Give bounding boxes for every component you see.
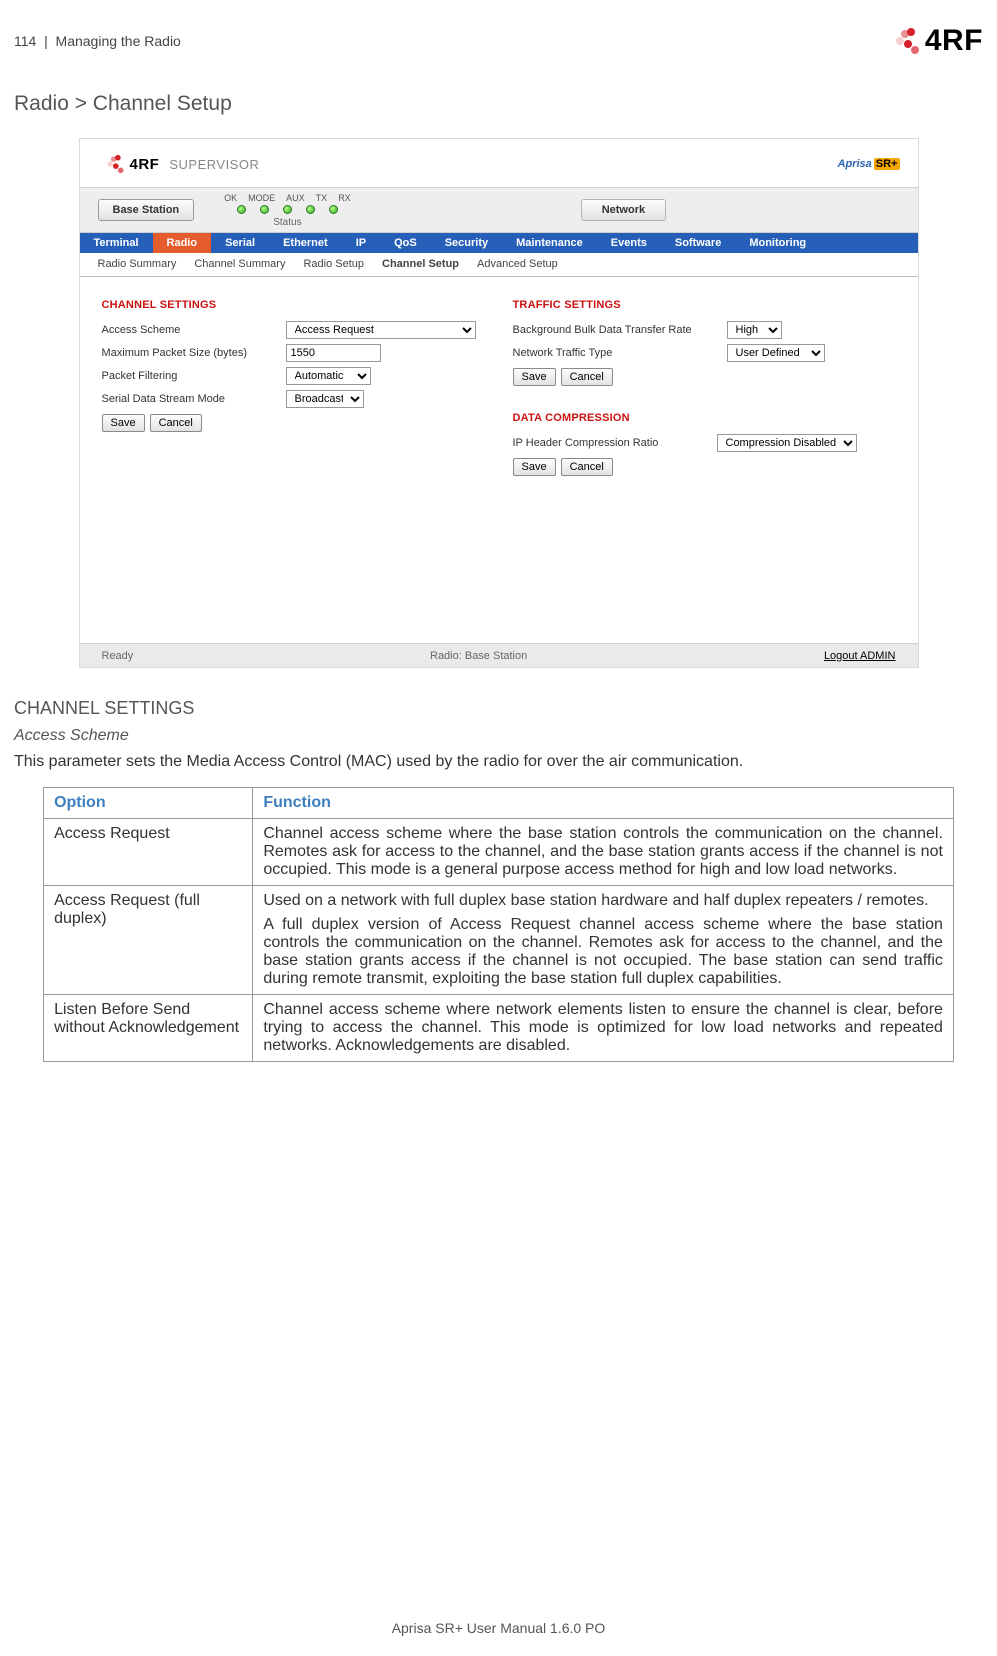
opt-func: Used on a network with full duplex base … <box>253 886 954 995</box>
serial-mode-label: Serial Data Stream Mode <box>102 393 272 405</box>
table-row: Access Request Channel access scheme whe… <box>44 819 954 886</box>
tab-ip[interactable]: IP <box>342 233 380 253</box>
supervisor-brand: 4RF SUPERVISOR <box>98 149 260 179</box>
panel-channel-settings: CHANNEL SETTINGS Access Scheme Access Re… <box>102 295 485 476</box>
supervisor-title: SUPERVISOR <box>169 157 259 172</box>
subtab-radio-summary[interactable]: Radio Summary <box>98 258 177 270</box>
tab-serial[interactable]: Serial <box>211 233 269 253</box>
supervisor-footer: Ready Radio: Base Station Logout ADMIN <box>80 643 918 667</box>
status-text: Status <box>273 217 301 228</box>
opt-name: Listen Before Send without Acknowledgeme… <box>44 995 253 1062</box>
led-label-aux: AUX <box>286 193 305 203</box>
max-packet-label: Maximum Packet Size (bytes) <box>102 347 272 359</box>
main-tabs: Terminal Radio Serial Ethernet IP QoS Se… <box>80 233 918 253</box>
th-function: Function <box>253 788 954 819</box>
subtab-radio-setup[interactable]: Radio Setup <box>303 258 364 270</box>
table-row: Listen Before Send without Acknowledgeme… <box>44 995 954 1062</box>
channel-settings-heading: CHANNEL SETTINGS <box>14 698 983 719</box>
bg-rate-label: Background Bulk Data Transfer Rate <box>513 324 713 336</box>
data-compression-title: DATA COMPRESSION <box>513 412 896 424</box>
sub-tabs: Radio Summary Channel Summary Radio Setu… <box>80 253 918 277</box>
tab-ethernet[interactable]: Ethernet <box>269 233 342 253</box>
tab-terminal[interactable]: Terminal <box>80 233 153 253</box>
tab-monitoring[interactable]: Monitoring <box>735 233 820 253</box>
base-station-button[interactable]: Base Station <box>98 199 195 221</box>
page-title: Radio > Channel Setup <box>14 92 983 116</box>
led-ok-icon <box>237 205 246 214</box>
tab-software[interactable]: Software <box>661 233 735 253</box>
cancel-button[interactable]: Cancel <box>150 414 202 432</box>
led-label-tx: TX <box>316 193 328 203</box>
subtab-channel-setup[interactable]: Channel Setup <box>382 258 459 270</box>
access-scheme-label: Access Scheme <box>102 324 272 336</box>
net-type-select[interactable]: User Defined <box>727 344 825 362</box>
footer-ready: Ready <box>102 650 134 662</box>
packet-filtering-label: Packet Filtering <box>102 370 272 382</box>
logo-dots-icon <box>102 154 123 175</box>
subtab-advanced-setup[interactable]: Advanced Setup <box>477 258 558 270</box>
bg-rate-select[interactable]: High <box>727 321 782 339</box>
intro-text: This parameter sets the Media Access Con… <box>14 753 983 771</box>
packet-filtering-select[interactable]: Automatic <box>286 367 371 385</box>
channel-settings-title: CHANNEL SETTINGS <box>102 299 485 311</box>
logo-dots-icon <box>889 26 919 56</box>
page-number: 114 <box>14 33 36 49</box>
tab-radio[interactable]: Radio <box>153 233 212 253</box>
led-aux-icon <box>283 205 292 214</box>
tab-events[interactable]: Events <box>597 233 661 253</box>
status-leds: OK MODE AUX TX RX Status <box>224 193 351 228</box>
ip-hdr-label: IP Header Compression Ratio <box>513 437 703 449</box>
access-scheme-heading: Access Scheme <box>14 727 983 745</box>
header-sep: | <box>40 33 55 49</box>
cancel-button[interactable]: Cancel <box>561 458 613 476</box>
brand-text: 4RF <box>925 24 983 58</box>
cancel-button[interactable]: Cancel <box>561 368 613 386</box>
page-header: 114 | Managing the Radio 4RF <box>14 24 983 58</box>
led-label-rx: RX <box>338 193 351 203</box>
aprisa-logo: AprisaSR+ <box>838 158 900 170</box>
supervisor-screenshot: 4RF SUPERVISOR AprisaSR+ Base Station OK… <box>79 138 919 668</box>
led-rx-icon <box>329 205 338 214</box>
panel-area: CHANNEL SETTINGS Access Scheme Access Re… <box>80 277 918 494</box>
serial-mode-select[interactable]: Broadcast <box>286 390 364 408</box>
panel-right: TRAFFIC SETTINGS Background Bulk Data Tr… <box>513 295 896 476</box>
traffic-settings-title: TRAFFIC SETTINGS <box>513 299 896 311</box>
options-table: Option Function Access Request Channel a… <box>43 787 954 1062</box>
header-left: 114 | Managing the Radio <box>14 33 181 49</box>
logout-link[interactable]: Logout ADMIN <box>824 650 896 662</box>
opt-name: Access Request <box>44 819 253 886</box>
save-button[interactable]: Save <box>513 458 556 476</box>
brand-logo: 4RF <box>889 24 983 58</box>
tab-security[interactable]: Security <box>431 233 502 253</box>
opt-name: Access Request (full duplex) <box>44 886 253 995</box>
subtab-channel-summary[interactable]: Channel Summary <box>194 258 285 270</box>
led-labels: OK MODE AUX TX RX <box>224 193 351 203</box>
tab-maintenance[interactable]: Maintenance <box>502 233 597 253</box>
led-tx-icon <box>306 205 315 214</box>
save-button[interactable]: Save <box>513 368 556 386</box>
header-section: Managing the Radio <box>56 33 181 49</box>
opt-func: Channel access scheme where the base sta… <box>253 819 954 886</box>
th-option: Option <box>44 788 253 819</box>
network-button[interactable]: Network <box>581 199 666 221</box>
save-button[interactable]: Save <box>102 414 145 432</box>
led-row <box>237 205 338 214</box>
net-type-label: Network Traffic Type <box>513 347 713 359</box>
led-label-mode: MODE <box>248 193 275 203</box>
table-row: Access Request (full duplex) Used on a n… <box>44 886 954 995</box>
supervisor-top-bar: 4RF SUPERVISOR AprisaSR+ <box>80 139 918 187</box>
footer-radio: Radio: Base Station <box>430 650 527 662</box>
page-footer: Aprisa SR+ User Manual 1.6.0 PO <box>0 1620 997 1636</box>
led-label-ok: OK <box>224 193 237 203</box>
led-mode-icon <box>260 205 269 214</box>
max-packet-input[interactable] <box>286 344 381 362</box>
access-scheme-select[interactable]: Access Request <box>286 321 476 339</box>
status-row: Base Station OK MODE AUX TX RX Status <box>80 187 918 233</box>
opt-func: Channel access scheme where network elem… <box>253 995 954 1062</box>
tab-qos[interactable]: QoS <box>380 233 431 253</box>
ip-hdr-select[interactable]: Compression Disabled <box>717 434 857 452</box>
